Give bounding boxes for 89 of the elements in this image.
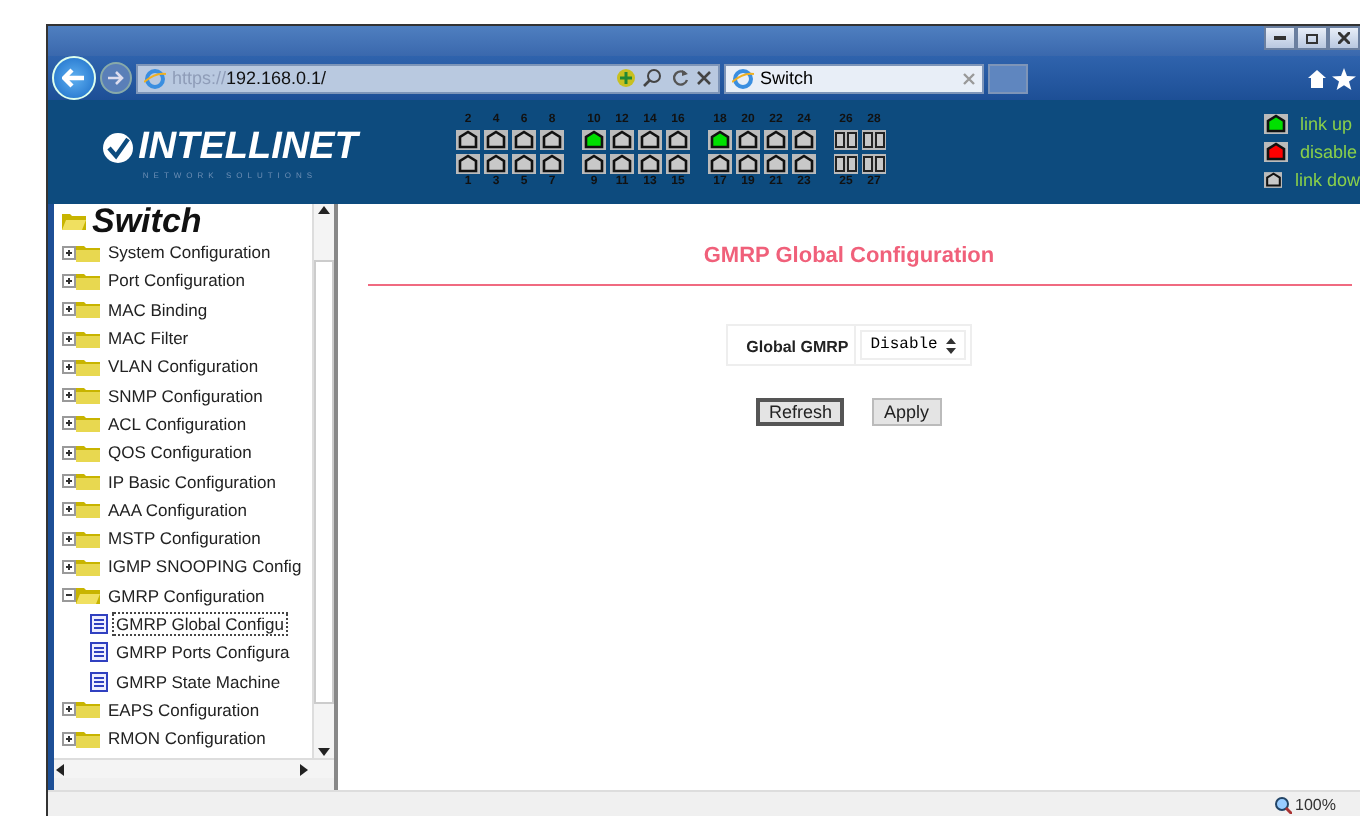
- folder-icon: [76, 529, 100, 548]
- folder-icon: [76, 557, 100, 576]
- back-arrow-icon: [62, 68, 86, 88]
- tree-item[interactable]: IP Basic Configuration: [106, 471, 278, 492]
- page-icon: [90, 671, 108, 692]
- horizontal-scrollbar[interactable]: [54, 758, 334, 778]
- folder-icon: [76, 300, 100, 319]
- expand-icon[interactable]: [62, 273, 76, 288]
- tree-item[interactable]: EAPS Configuration: [106, 699, 262, 720]
- folder-icon: [76, 243, 100, 262]
- maximize-button[interactable]: [1296, 26, 1328, 50]
- action-button[interactable]: Refresh: [756, 398, 844, 426]
- tree-item[interactable]: ACL Configuration: [106, 413, 249, 434]
- minimize-icon: [1274, 36, 1286, 40]
- logo-icon: [102, 131, 135, 163]
- folder-icon: [76, 414, 100, 433]
- globe-icon: [144, 67, 166, 89]
- folder-icon: [76, 472, 100, 491]
- folder-icon: [76, 386, 100, 405]
- vertical-scrollbar[interactable]: [312, 204, 334, 758]
- folder-icon: [76, 586, 100, 605]
- tree-item[interactable]: GMRP State Machine: [114, 671, 283, 692]
- legend-label: link dow: [1294, 170, 1360, 190]
- page-icon: [90, 614, 108, 634]
- minimize-button[interactable]: [1264, 26, 1296, 50]
- legend-label: disable: [1300, 142, 1358, 162]
- folder-icon: [76, 443, 100, 462]
- legend-label: link up: [1300, 114, 1353, 134]
- page-title: GMRP Global Configuration: [703, 244, 995, 268]
- tree-item[interactable]: RMON Configuration: [106, 728, 268, 749]
- folder-icon: [76, 271, 100, 290]
- expand-icon[interactable]: [62, 559, 76, 574]
- zoom-icon[interactable]: [1273, 796, 1292, 814]
- action-button[interactable]: Apply: [872, 398, 942, 426]
- folder-icon: [76, 329, 100, 348]
- select-field[interactable]: Disable: [860, 330, 966, 360]
- scroll-left-icon[interactable]: [54, 763, 66, 775]
- search-icon[interactable]: [642, 68, 666, 88]
- back-button[interactable]: [52, 56, 96, 100]
- star-icon[interactable]: [1332, 67, 1356, 89]
- logo-text: INTELLINET: [138, 125, 358, 169]
- expand-icon[interactable]: [62, 445, 76, 460]
- refresh-icon[interactable]: [672, 68, 690, 88]
- scroll-right-icon[interactable]: [298, 763, 310, 775]
- tree-item[interactable]: MAC Binding: [106, 299, 210, 320]
- tree-item[interactable]: MSTP Configuration: [106, 528, 263, 549]
- folder-icon: [76, 357, 100, 376]
- collapse-icon[interactable]: [62, 588, 76, 603]
- folder-icon: [76, 700, 100, 719]
- tree-item[interactable]: GMRP Global Configu: [114, 614, 286, 634]
- tree-item[interactable]: AAA Configuration: [106, 499, 249, 520]
- close-icon: [1338, 32, 1350, 44]
- expand-icon[interactable]: [62, 245, 76, 260]
- forward-button[interactable]: [100, 62, 132, 94]
- compatibility-icon[interactable]: [616, 68, 636, 88]
- expand-icon[interactable]: [62, 531, 76, 546]
- tree-root-title: Switch: [92, 204, 202, 241]
- tree-item[interactable]: VLAN Configuration: [106, 356, 261, 377]
- tree-item[interactable]: QOS Configuration: [106, 442, 254, 463]
- spinner-icon: [945, 337, 956, 353]
- forward-arrow-icon: [108, 70, 124, 86]
- stop-icon[interactable]: [696, 70, 712, 86]
- folder-icon: [76, 500, 100, 519]
- tree-item[interactable]: GMRP Ports Configura: [114, 642, 292, 663]
- expand-icon[interactable]: [62, 474, 76, 489]
- maximize-icon: [1306, 33, 1318, 43]
- folder-icon: [76, 729, 100, 748]
- browser-tab[interactable]: Switch: [724, 63, 984, 93]
- tree-item[interactable]: MAC Filter: [106, 328, 191, 349]
- page-icon: [90, 642, 108, 663]
- folder-icon: [62, 212, 86, 230]
- globe-icon: [732, 67, 754, 89]
- tree-item[interactable]: GMRP Configuration: [106, 585, 267, 606]
- expand-icon[interactable]: [62, 359, 76, 374]
- expand-icon[interactable]: [62, 416, 76, 431]
- close-button[interactable]: [1328, 26, 1360, 50]
- home-icon[interactable]: [1306, 68, 1328, 88]
- field-label: Global GMRP: [728, 326, 857, 364]
- tree-item[interactable]: System Configuration: [106, 242, 273, 263]
- tree-item[interactable]: IGMP SNOOPING Config: [106, 556, 304, 577]
- zoom-level[interactable]: 100%: [1295, 796, 1336, 814]
- expand-icon[interactable]: [62, 502, 76, 517]
- tree-item[interactable]: Port Configuration: [106, 270, 248, 291]
- expand-icon[interactable]: [62, 388, 76, 403]
- expand-icon[interactable]: [62, 731, 76, 746]
- expand-icon[interactable]: [62, 702, 76, 717]
- expand-icon[interactable]: [62, 331, 76, 346]
- expand-icon[interactable]: [62, 302, 76, 317]
- tree-item[interactable]: SNMP Configuration: [106, 385, 265, 406]
